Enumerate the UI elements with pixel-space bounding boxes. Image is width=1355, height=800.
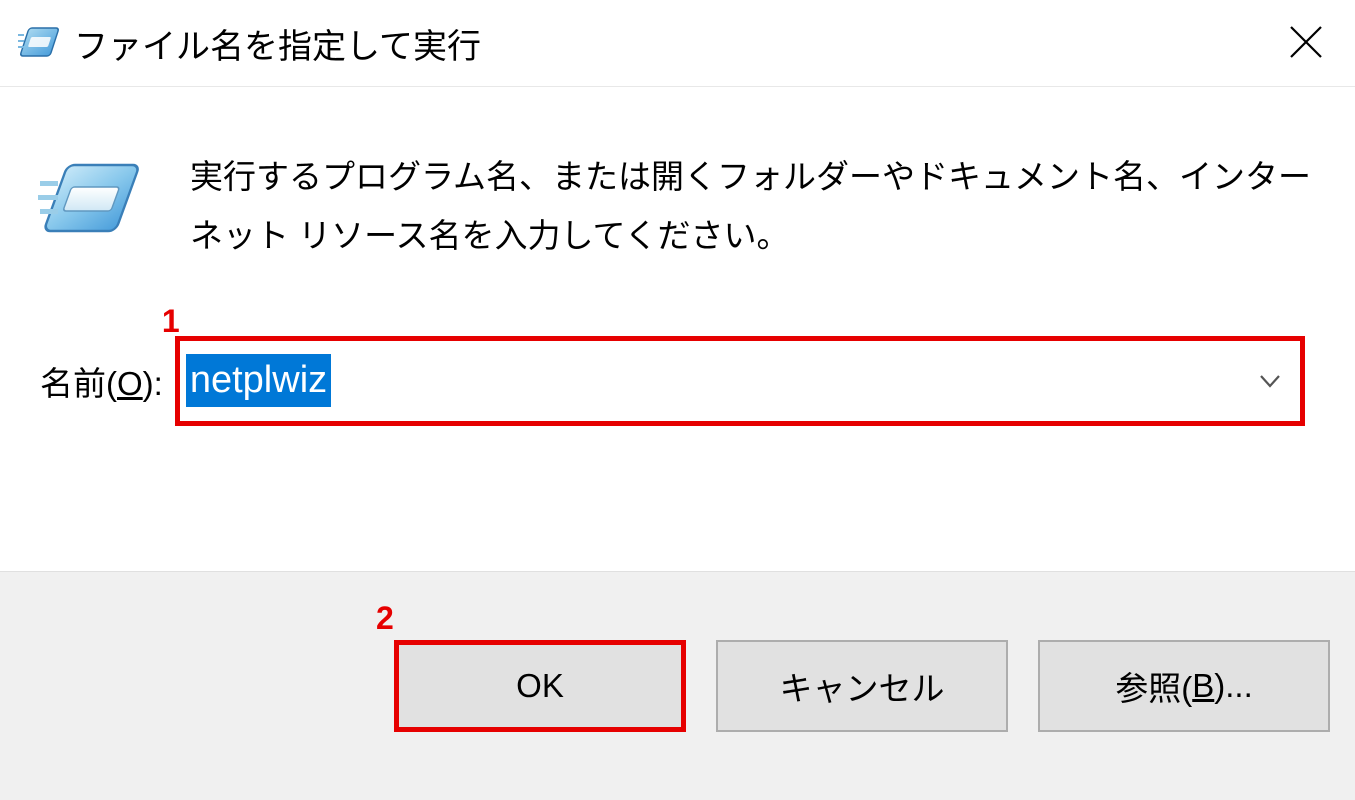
annotation-2: 2: [376, 600, 394, 637]
ok-button-wrapper: 2 OK: [394, 640, 686, 732]
run-dialog: ファイル名を指定して実行: [0, 0, 1355, 800]
dialog-title: ファイル名を指定して実行: [74, 19, 481, 68]
ok-button[interactable]: OK: [394, 640, 686, 732]
input-row: 名前(O): 1 netplwiz: [30, 336, 1315, 426]
command-input-value[interactable]: netplwiz: [186, 354, 331, 407]
titlebar-left: ファイル名を指定して実行: [18, 19, 481, 68]
close-icon: [1287, 23, 1325, 64]
command-combobox[interactable]: netplwiz: [180, 341, 1300, 421]
browse-button[interactable]: 参照(B)...: [1038, 640, 1330, 732]
titlebar: ファイル名を指定して実行: [0, 0, 1355, 87]
dialog-content: 実行するプログラム名、または開くフォルダーやドキュメント名、インターネット リソ…: [0, 87, 1355, 571]
annotation-1: 1: [162, 303, 180, 340]
run-program-icon: [18, 22, 60, 64]
description-text: 実行するプログラム名、または開くフォルダーやドキュメント名、インターネット リソ…: [190, 147, 1315, 266]
chevron-down-icon[interactable]: [1256, 367, 1284, 395]
input-highlight-box: 1 netplwiz: [175, 336, 1305, 426]
input-label: 名前(O):: [40, 357, 163, 405]
run-program-large-icon: [38, 153, 142, 247]
button-row: 2 OK キャンセル 参照(B)...: [0, 571, 1355, 800]
cancel-button-wrapper: キャンセル: [716, 640, 1008, 732]
close-button[interactable]: [1281, 18, 1331, 68]
browse-button-wrapper: 参照(B)...: [1038, 640, 1330, 732]
description-row: 実行するプログラム名、または開くフォルダーやドキュメント名、インターネット リソ…: [30, 147, 1315, 266]
cancel-button[interactable]: キャンセル: [716, 640, 1008, 732]
